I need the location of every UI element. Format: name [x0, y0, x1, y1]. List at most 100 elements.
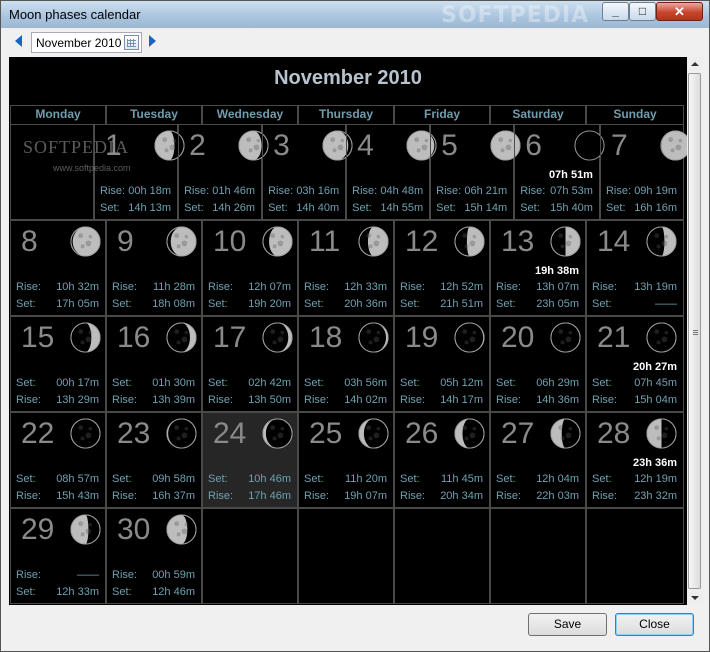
day-number: 25: [309, 417, 343, 450]
calendar-grid: Monday Tuesday Wednesday Thursday Friday Satu…: [10, 105, 687, 604]
month-picker[interactable]: November 2010: [31, 32, 142, 53]
day-cell-25[interactable]: 25 Set: 11h 20m Rise: 19h 07m: [298, 412, 394, 508]
maximize-button[interactable]: □: [629, 2, 656, 21]
day-cell-26[interactable]: 26 Set: 11h 45m Rise: 20h 34m: [394, 412, 490, 508]
moon-time-label: Rise:: [304, 490, 330, 502]
day-cell-20[interactable]: 20 Set: 06h 29m Rise: 14h 36m: [490, 316, 586, 412]
day-cell-30[interactable]: 30 Rise: 00h 59m Set: 12h 46m: [106, 508, 202, 604]
moon-time-label: Set:: [352, 202, 372, 214]
moon-time-value: 09h 58m: [152, 473, 195, 485]
moon-time-label: Rise:: [208, 281, 234, 293]
moon-time-value: 12h 52m: [440, 281, 483, 293]
scroll-down-icon[interactable]: [691, 596, 699, 600]
window-title: Moon phases calendar: [9, 7, 141, 22]
moon-time-label: Rise:: [400, 490, 426, 502]
moon-time-value: 20h 36m: [344, 298, 387, 310]
day-cell-16[interactable]: 16 Set: 01h 30m Rise: 13h 39m: [106, 316, 202, 412]
moon-time-value: 10h 46m: [248, 473, 291, 485]
moon-time-label: Set:: [16, 473, 36, 485]
moon-time-value: 14h 36m: [536, 394, 579, 406]
moon-time-value: ——: [655, 298, 677, 310]
scroll-up-icon[interactable]: [691, 62, 699, 66]
moon-time-label: Rise:: [352, 185, 378, 197]
scroll-thumb[interactable]: [688, 73, 701, 589]
day-number: 19: [405, 321, 439, 354]
day-cell-22[interactable]: 22 Set: 08h 57m Rise: 15h 43m: [10, 412, 106, 508]
moon-time-label: Set:: [100, 202, 120, 214]
moon-time-label: Rise:: [592, 281, 618, 293]
title-bar: Moon phases calendar SOFTPEDIA _ □ ✕: [1, 1, 709, 28]
day-cell-24[interactable]: 24 Set: 10h 46m Rise: 17h 46m: [202, 412, 298, 508]
day-cell-8[interactable]: 8 Rise: 10h 32m Set: 17h 05m: [10, 220, 106, 316]
day-cell-14[interactable]: 14 Rise: 13h 19m Set: ——: [586, 220, 684, 316]
moon-time-label: Set:: [16, 586, 36, 598]
moon-time-label: Set:: [436, 202, 456, 214]
day-cell-15[interactable]: 15 Set: 00h 17m Rise: 13h 29m: [10, 316, 106, 412]
day-number: 17: [213, 321, 247, 354]
day-number: 4: [357, 129, 374, 162]
moon-time-value: 12h 46m: [152, 586, 195, 598]
day-cell-6[interactable]: 6 07h 51m Rise: 07h 53m Set: 15h 40m: [514, 124, 605, 220]
minimize-button[interactable]: _: [602, 2, 629, 21]
moon-time-label: Set:: [304, 473, 324, 485]
day-cell-17[interactable]: 17 Set: 02h 42m Rise: 13h 50m: [202, 316, 298, 412]
day-cell-28[interactable]: 28 23h 36m Set: 12h 19m Rise: 23h 32m: [586, 412, 684, 508]
day-cell-13[interactable]: 13 19h 38m Rise: 13h 07m Set: 23h 05m: [490, 220, 586, 316]
day-cell-7[interactable]: 7 Rise: 09h 19m Set: 16h 16m: [599, 124, 687, 220]
day-cell-19[interactable]: 19 Set: 05h 12m Rise: 14h 17m: [394, 316, 490, 412]
day-cell-11[interactable]: 11 Rise: 12h 33m Set: 20h 36m: [298, 220, 394, 316]
day-cell-12[interactable]: 12 Rise: 12h 52m Set: 21h 51m: [394, 220, 490, 316]
calendar-week: 29 Rise: —— Set: 12h 33m 30 Rise: 00h 59m Set: 12…: [10, 508, 684, 604]
day-cell-9[interactable]: 9 Rise: 11h 28m Set: 18h 08m: [106, 220, 202, 316]
weekday-header-tuesday: Tuesday: [106, 105, 202, 124]
day-cell-2[interactable]: 2 Rise: 01h 46m Set: 14h 26m: [178, 124, 269, 220]
day-cell-29[interactable]: 29 Rise: —— Set: 12h 33m: [10, 508, 106, 604]
moon-time-value: 11h 20m: [345, 473, 387, 485]
moon-time-label: Set:: [496, 473, 516, 485]
moon-time-value: 02h 42m: [248, 377, 291, 389]
moon-time-value: 14h 17m: [440, 394, 483, 406]
moon-time-label: Rise:: [496, 394, 522, 406]
phase-time: 19h 38m: [534, 265, 579, 277]
day-cell-18[interactable]: 18 Set: 03h 56m Rise: 14h 02m: [298, 316, 394, 412]
moon-time-value: 14h 13m: [128, 202, 172, 214]
moon-time-value: 12h 33m: [344, 281, 387, 293]
moon-time-label: Set:: [304, 377, 324, 389]
day-number: 5: [441, 129, 458, 162]
month-navigation: November 2010: [9, 31, 701, 55]
day-cell-3[interactable]: 3 Rise: 03h 16m Set: 14h 40m: [262, 124, 353, 220]
moon-time-label: Rise:: [100, 185, 126, 197]
arrow-left-icon[interactable]: [15, 35, 22, 47]
calendar-week: 15 Set: 00h 17m Rise: 13h 29m 16 Set: 01h 30m Ri…: [10, 316, 684, 412]
day-cell-5[interactable]: 5 Rise: 06h 21m Set: 15h 14m: [430, 124, 521, 220]
day-number: 9: [117, 225, 134, 258]
day-cell-10[interactable]: 10 Rise: 12h 07m Set: 19h 20m: [202, 220, 298, 316]
calendar-title: November 2010: [274, 67, 422, 89]
day-number: 7: [610, 129, 628, 162]
moon-time-label: Rise:: [16, 569, 42, 581]
moon-time-value: 04h 48m: [380, 185, 424, 197]
day-cell-4[interactable]: 4 Rise: 04h 48m Set: 14h 55m: [346, 124, 437, 220]
moon-time-value: 14h 55m: [380, 202, 424, 214]
moon-time-label: Rise:: [208, 394, 234, 406]
day-number: 16: [117, 321, 151, 354]
moon-time-value: 09h 19m: [634, 185, 677, 197]
day-cell-21[interactable]: 21 20h 27m Set: 07h 45m Rise: 15h 04m: [586, 316, 684, 412]
moon-calendar: November 2010 Monday Tuesday Wednesday Thur…: [9, 57, 687, 605]
vertical-scrollbar[interactable]: [687, 57, 703, 605]
moon-time-value: 14h 02m: [344, 394, 387, 406]
day-number: 6: [525, 129, 542, 162]
calendar-icon[interactable]: [124, 35, 139, 50]
moon-phase-icon: [69, 225, 102, 258]
day-number: 29: [21, 513, 55, 546]
window-close-button[interactable]: ✕: [656, 2, 703, 21]
save-button[interactable]: Save: [528, 613, 607, 636]
day-number: 18: [309, 321, 343, 354]
moon-phase-icon: [549, 417, 582, 450]
moon-time-value: 13h 50m: [248, 394, 291, 406]
close-button[interactable]: Close: [615, 613, 694, 636]
moon-time-value: 21h 51m: [440, 298, 483, 310]
day-cell-23[interactable]: 23 Set: 09h 58m Rise: 16h 37m: [106, 412, 202, 508]
arrow-right-icon[interactable]: [149, 35, 156, 47]
day-cell-27[interactable]: 27 Set: 12h 04m Rise: 22h 03m: [490, 412, 586, 508]
